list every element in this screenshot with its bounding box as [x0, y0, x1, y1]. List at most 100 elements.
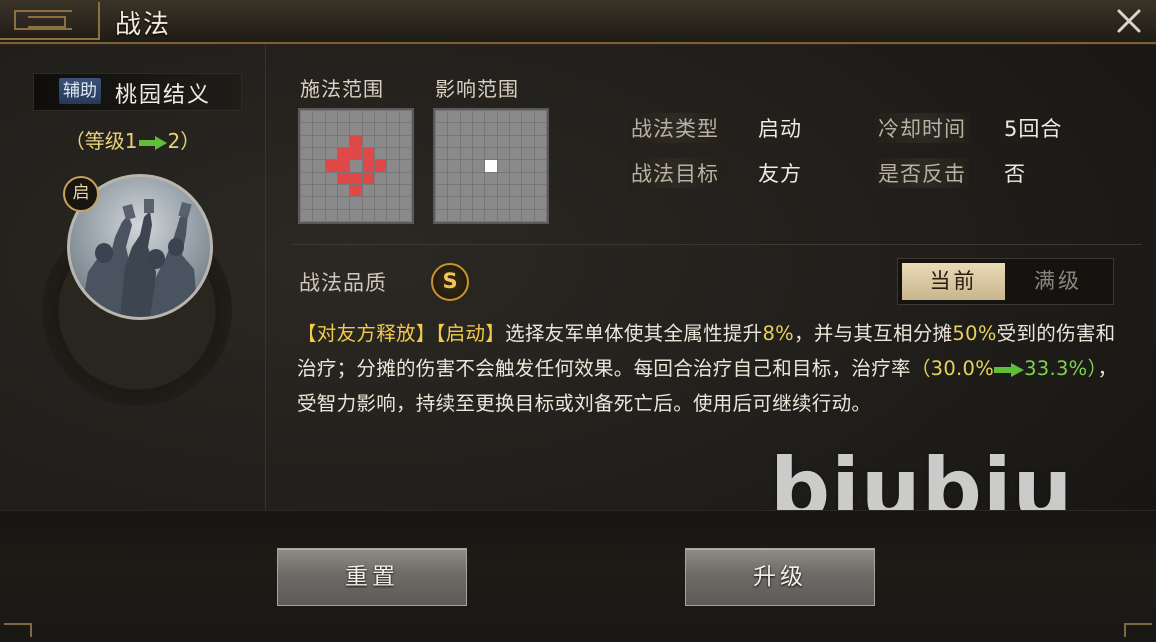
grid-cell [325, 172, 337, 184]
grid-cell [350, 123, 362, 135]
grid-cell [472, 197, 485, 209]
grid-cell [460, 135, 472, 147]
grid-cell [362, 147, 374, 160]
grid-cell [350, 172, 362, 184]
skill-type-value: 启动 [758, 117, 802, 141]
section-divider [292, 244, 1142, 245]
grid-cell [534, 111, 546, 123]
grid-cell [374, 123, 387, 135]
grid-cell [522, 209, 534, 221]
skill-tag: 辅助 [59, 78, 101, 104]
grid-cell [460, 160, 472, 172]
desc-num-2: 50% [952, 322, 997, 345]
grid-cell [485, 184, 497, 197]
grid-cell [460, 123, 472, 135]
level-from: （等级1 [64, 129, 138, 153]
skill-description: 【对友方释放】【启动】选择友军单体使其全属性提升8%，并与其互相分摊50%受到的… [297, 316, 1132, 421]
upgrade-button[interactable]: 升级 [685, 548, 875, 606]
grid-cell [301, 184, 313, 197]
grid-cell [522, 111, 534, 123]
grid-cell [301, 111, 313, 123]
skill-name: 桃园结义 [115, 83, 212, 108]
grid-cell [448, 111, 460, 123]
grid-cell [485, 111, 497, 123]
desc-num-3: （30.0% [910, 357, 995, 380]
grid-cell [399, 147, 411, 160]
grid-cell [534, 172, 546, 184]
grid-cell [362, 197, 374, 209]
grid-cell [325, 209, 337, 221]
cooldown-value: 5回合 [1004, 117, 1063, 141]
title-ornament [0, 2, 100, 40]
grid-cell [436, 135, 448, 147]
level-to: 2） [167, 129, 201, 153]
grid-cell [301, 135, 313, 147]
grid-cell [436, 172, 448, 184]
quality-label: 战法品质 [299, 271, 387, 295]
grid-cell [350, 147, 362, 160]
grid-cell [436, 123, 448, 135]
grid-cell [497, 184, 509, 197]
grid-cell [522, 135, 534, 147]
level-toggle: 当前 满级 [897, 258, 1114, 305]
desc-text-2: ，并与其互相分摊 [794, 322, 953, 345]
skill-target-value: 友方 [758, 162, 802, 186]
grid-cell [387, 135, 399, 147]
grid-cell [522, 123, 534, 135]
grid-cell [485, 172, 497, 184]
grid-cell [362, 172, 374, 184]
grid-cell [325, 135, 337, 147]
grid-cell [399, 123, 411, 135]
grid-cell [534, 123, 546, 135]
grid-cell [436, 160, 448, 172]
reset-button[interactable]: 重置 [277, 548, 467, 606]
grid-cell [448, 147, 460, 160]
grid-cell [313, 172, 325, 184]
toggle-current[interactable]: 当前 [902, 263, 1005, 300]
grid-cell [325, 184, 337, 197]
grid-cell [522, 147, 534, 160]
grid-cell [509, 147, 522, 160]
corner-ornament [4, 623, 32, 637]
grid-cell [472, 147, 485, 160]
grid-cell [448, 209, 460, 221]
grid-cell [337, 135, 350, 147]
grid-cell [313, 111, 325, 123]
desc-tag-target: 【对友方释放】 [297, 322, 436, 345]
quality-badge: S [431, 263, 469, 301]
grid-cell [460, 197, 472, 209]
grid-cell [337, 172, 350, 184]
grid-cell [325, 197, 337, 209]
grid-cell [460, 209, 472, 221]
grid-cell [387, 209, 399, 221]
grid-cell [436, 184, 448, 197]
grid-cell [509, 123, 522, 135]
effect-range-label: 影响范围 [435, 77, 519, 101]
grid-cell [522, 160, 534, 172]
grid-cell [325, 123, 337, 135]
grid-cell [472, 172, 485, 184]
grid-cell [337, 160, 350, 172]
close-button[interactable] [1112, 4, 1146, 38]
grid-cell [485, 160, 497, 172]
grid-cell [436, 197, 448, 209]
grid-cell [313, 123, 325, 135]
desc-text-1: 选择友军单体使其全属性提升 [505, 322, 763, 345]
grid-cell [497, 123, 509, 135]
grid-cell [362, 160, 374, 172]
desc-num-1: 8% [762, 322, 795, 345]
grid-cell [485, 197, 497, 209]
grid-cell [522, 172, 534, 184]
grid-cell [534, 147, 546, 160]
grid-cell [350, 111, 362, 123]
grid-cell [448, 184, 460, 197]
grid-cell [497, 111, 509, 123]
grid-cell [485, 135, 497, 147]
skill-level: （等级1 2） [0, 125, 265, 154]
skill-type-label: 战法类型 [628, 113, 722, 143]
cooldown-label: 冷却时间 [875, 113, 969, 143]
grid-cell [313, 160, 325, 172]
desc-tag-type: 【启动】 [435, 322, 506, 345]
toggle-max-level[interactable]: 满级 [1006, 263, 1110, 300]
grid-cell [399, 184, 411, 197]
